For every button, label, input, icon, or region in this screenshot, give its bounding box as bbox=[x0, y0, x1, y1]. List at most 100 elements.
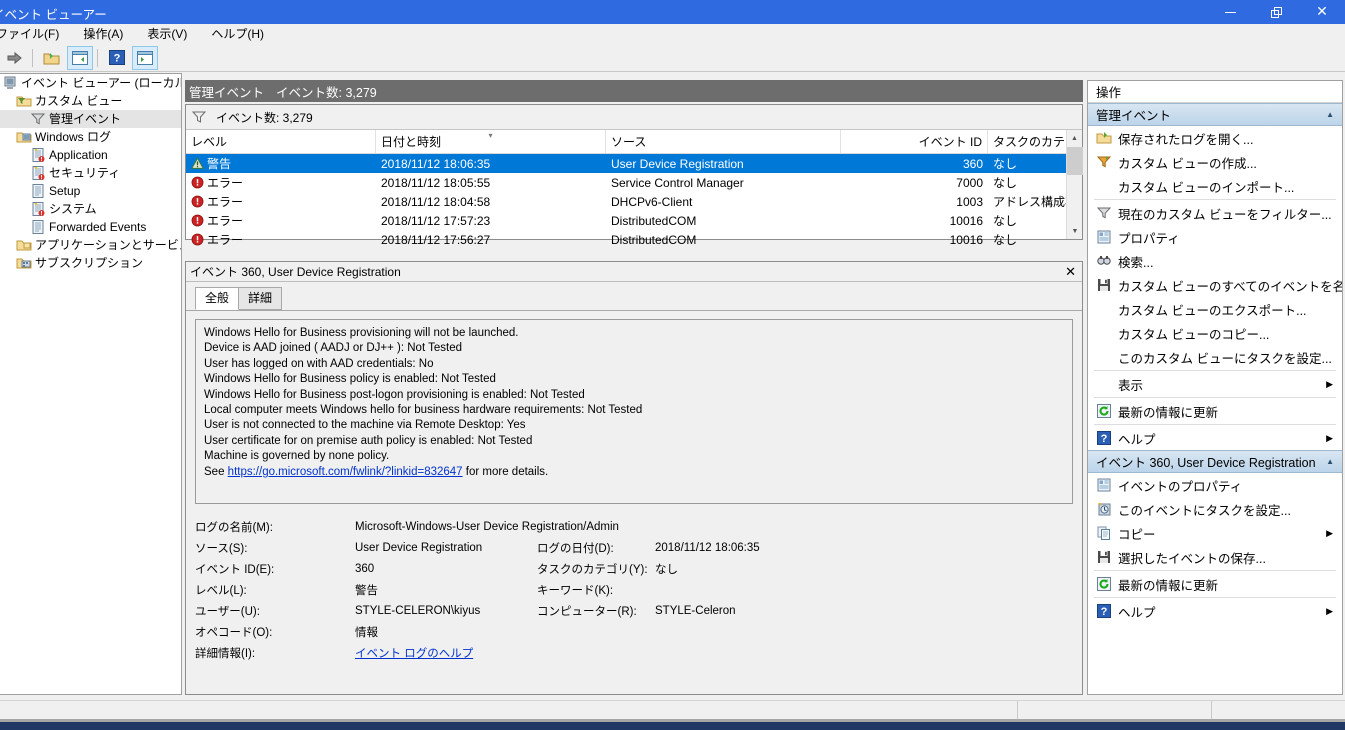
properties-icon bbox=[1096, 229, 1112, 245]
tree-item-6[interactable]: Setup bbox=[0, 182, 181, 200]
toolbar: ? bbox=[0, 44, 1345, 72]
scrollbar-thumb[interactable] bbox=[1067, 147, 1083, 175]
column-header-row[interactable]: レベル ▾ 日付と時刻 ソース イベント ID タスクのカテゴリ bbox=[186, 130, 1082, 154]
tree-item-2[interactable]: 管理イベント bbox=[0, 110, 181, 128]
minimize-button[interactable] bbox=[1207, 0, 1253, 24]
tree-item-10[interactable]: サブスクリプション bbox=[0, 254, 181, 272]
action-item-label: コピー bbox=[1118, 527, 1156, 542]
menu-file[interactable]: ファイル(F) bbox=[0, 24, 71, 44]
column-header-3[interactable]: イベント ID bbox=[841, 130, 988, 153]
show-hide-console-tree-button[interactable] bbox=[67, 45, 93, 70]
menu-action[interactable]: 操作(A) bbox=[71, 24, 135, 44]
tree-item-4[interactable]: Application bbox=[0, 146, 181, 164]
action-item-1-4[interactable]: 最新の情報に更新 bbox=[1088, 572, 1342, 596]
tree-item-7[interactable]: システム bbox=[0, 200, 181, 218]
action-item-0-10[interactable]: 表示 ▶ bbox=[1088, 372, 1342, 396]
detail-tabs[interactable]: 全般 詳細 bbox=[186, 287, 1082, 311]
tree-item-8[interactable]: Forwarded Events bbox=[0, 218, 181, 236]
event-list[interactable]: イベント数: 3,279 レベル ▾ 日付と時刻 ソース イベント ID タスクのカテゴリ… bbox=[185, 104, 1083, 247]
open-folder-icon bbox=[43, 52, 60, 64]
toolbar-separator bbox=[97, 48, 98, 67]
menu-view[interactable]: 表示(V) bbox=[135, 24, 199, 44]
copy-icon bbox=[1097, 526, 1110, 540]
scroll-down-button[interactable]: ▼ bbox=[1067, 223, 1083, 239]
action-item-0-3[interactable]: 現在のカスタム ビューをフィルター... bbox=[1088, 201, 1342, 225]
message-line-link: See https://go.microsoft.com/fwlink/?lin… bbox=[204, 465, 1064, 480]
detail-tab-0[interactable]: 全般 bbox=[195, 287, 240, 310]
table-row[interactable]: 警告 2018/11/12 18:06:35 User Device Registr… bbox=[186, 154, 1082, 173]
chevron-up-icon[interactable]: ▲ bbox=[1326, 110, 1334, 119]
tree-item-label: Setup bbox=[49, 184, 81, 198]
action-item-1-2[interactable]: コピー ▶ bbox=[1088, 521, 1342, 545]
cell-3: 10016 bbox=[949, 213, 983, 228]
menu-help[interactable]: ヘルプ(H) bbox=[199, 24, 276, 44]
column-header-0[interactable]: レベル bbox=[186, 130, 376, 153]
help-button[interactable]: ? bbox=[104, 46, 130, 70]
action-item-0-11[interactable]: 最新の情報に更新 bbox=[1088, 399, 1342, 423]
event-list-scrollbar[interactable]: ▲ ▼ bbox=[1066, 130, 1083, 239]
log-icon bbox=[32, 166, 45, 180]
event-message-box[interactable]: Windows Hello for Business provisioning … bbox=[195, 319, 1073, 504]
action-item-0-12[interactable]: ? ヘルプ ▶ bbox=[1088, 426, 1342, 450]
table-row[interactable]: エラー 2018/11/12 18:05:55 Service Control Ma… bbox=[186, 173, 1082, 192]
actions-section-header-0[interactable]: 管理イベント ▲ bbox=[1088, 103, 1342, 126]
tree-item-label: イベント ビューアー (ローカル) bbox=[21, 76, 182, 90]
custom-views-folder-icon bbox=[16, 93, 32, 109]
restore-button[interactable] bbox=[1253, 0, 1299, 24]
error-icon bbox=[191, 195, 204, 208]
action-item-label: このイベントにタスクを設定... bbox=[1118, 503, 1291, 518]
action-item-0-8[interactable]: カスタム ビューのコピー... bbox=[1088, 321, 1342, 345]
source-value: User Device Registration bbox=[355, 541, 483, 554]
tree-item-label: 管理イベント bbox=[49, 112, 122, 126]
column-header-2[interactable]: ソース bbox=[606, 130, 841, 153]
event-rows[interactable]: 警告 2018/11/12 18:06:35 User Device Registr… bbox=[186, 154, 1082, 249]
filter-bar[interactable]: イベント数: 3,279 bbox=[186, 105, 1082, 130]
action-item-1-1[interactable]: このイベントにタスクを設定... bbox=[1088, 497, 1342, 521]
action-divider bbox=[1094, 597, 1336, 598]
tree-item-3[interactable]: Windows ログ bbox=[0, 128, 181, 146]
action-item-0-9[interactable]: このカスタム ビューにタスクを設定... bbox=[1088, 345, 1342, 369]
forward-button[interactable] bbox=[2, 46, 28, 70]
detail-tab-1[interactable]: 詳細 bbox=[238, 287, 283, 310]
keywords-key: キーワード(K): bbox=[537, 584, 614, 597]
action-item-label: 選択したイベントの保存... bbox=[1118, 551, 1266, 566]
fwlink-url[interactable]: https://go.microsoft.com/fwlink/?linkid=… bbox=[228, 466, 463, 478]
console-tree[interactable]: イベント ビューアー (ローカル) カスタム ビュー管理イベント Windows ロ… bbox=[0, 73, 182, 695]
center-header-title: 管理イベント bbox=[189, 85, 265, 100]
table-row[interactable]: エラー 2018/11/12 17:56:27 DistributedCOM 1001… bbox=[186, 230, 1082, 249]
action-item-1-3[interactable]: 選択したイベントの保存... bbox=[1088, 545, 1342, 569]
actions-section-header-1[interactable]: イベント 360, User Device Registration ▲ bbox=[1088, 450, 1342, 473]
tree-item-0[interactable]: イベント ビューアー (ローカル) bbox=[0, 74, 181, 92]
open-saved-log-button[interactable] bbox=[39, 46, 65, 70]
action-item-0-5[interactable]: 検索... bbox=[1088, 249, 1342, 273]
save-icon bbox=[1098, 279, 1110, 291]
column-header-4[interactable]: タスクのカテゴリ bbox=[988, 130, 1068, 153]
close-button[interactable]: ✕ bbox=[1299, 0, 1345, 24]
tree-item-5[interactable]: セキュリティ bbox=[0, 164, 181, 182]
action-item-0-4[interactable]: プロパティ bbox=[1088, 225, 1342, 249]
actions-section-title: 管理イベント bbox=[1096, 109, 1172, 123]
tree-item-label: アプリケーションとサービス ログ bbox=[35, 238, 182, 252]
table-row[interactable]: エラー 2018/11/12 17:57:23 DistributedCOM 1001… bbox=[186, 211, 1082, 230]
table-row[interactable]: エラー 2018/11/12 18:04:58 DHCPv6-Client 1003 ア… bbox=[186, 192, 1082, 211]
chevron-up-icon[interactable]: ▲ bbox=[1326, 457, 1334, 466]
action-item-0-0[interactable]: 保存されたログを開く... bbox=[1088, 126, 1342, 150]
action-item-0-1[interactable]: カスタム ビューの作成... bbox=[1088, 150, 1342, 174]
source-key: ソース(S): bbox=[195, 542, 248, 555]
scroll-up-button[interactable]: ▲ bbox=[1067, 130, 1082, 146]
event-log-help-link[interactable]: イベント ログのヘルプ bbox=[355, 645, 1073, 661]
tree-item-1[interactable]: カスタム ビュー bbox=[0, 92, 181, 110]
tree-item-9[interactable]: アプリケーションとサービス ログ bbox=[0, 236, 181, 254]
error-icon bbox=[191, 233, 204, 246]
action-item-label: 最新の情報に更新 bbox=[1118, 578, 1219, 593]
action-item-1-0[interactable]: イベントのプロパティ bbox=[1088, 473, 1342, 497]
column-header-1[interactable]: ▾ 日付と時刻 bbox=[376, 130, 606, 153]
action-item-1-5[interactable]: ? ヘルプ ▶ bbox=[1088, 599, 1342, 623]
action-item-0-6[interactable]: カスタム ビューのすべてのイベントを名前... bbox=[1088, 273, 1342, 297]
action-item-0-7[interactable]: カスタム ビューのエクスポート... bbox=[1088, 297, 1342, 321]
event-fields: ログの名前(M): Microsoft-Windows-User Device … bbox=[195, 516, 1073, 663]
show-hide-action-pane-button[interactable] bbox=[132, 45, 158, 70]
detail-close-button[interactable]: ✕ bbox=[1065, 264, 1076, 280]
action-item-0-2[interactable]: カスタム ビューのインポート... bbox=[1088, 174, 1342, 198]
forward-arrow-icon bbox=[7, 51, 22, 64]
